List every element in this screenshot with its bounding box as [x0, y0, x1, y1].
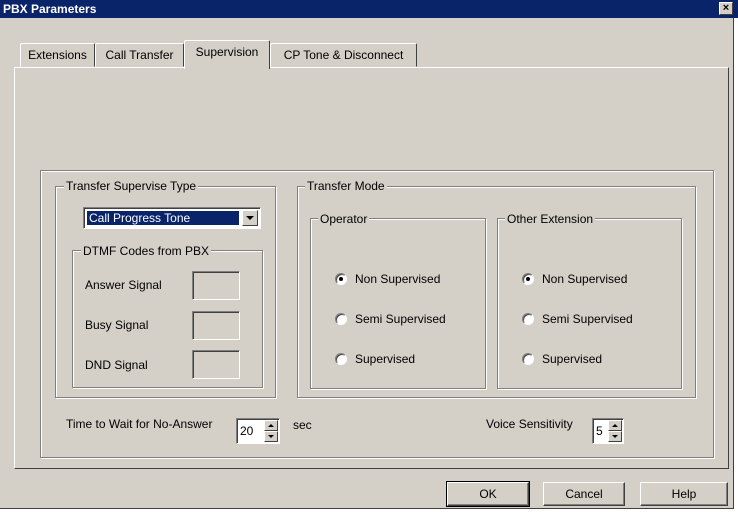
- spin-up-icon[interactable]: [608, 420, 622, 431]
- title-bar[interactable]: PBX Parameters ×: [0, 0, 738, 18]
- supervise-type-value: Call Progress Tone: [87, 211, 239, 225]
- dnd-signal-field[interactable]: [192, 350, 240, 379]
- operator-non-supervised-radio[interactable]: [335, 273, 347, 285]
- tab-cp-tone-disconnect[interactable]: CP Tone & Disconnect: [270, 43, 417, 67]
- dropdown-button[interactable]: [242, 210, 258, 226]
- voice-sensitivity-label: Voice Sensitivity: [486, 417, 573, 431]
- answer-signal-field[interactable]: [192, 271, 240, 300]
- dnd-signal-label: DND Signal: [85, 358, 148, 372]
- no-answer-spinner[interactable]: 20: [236, 418, 280, 444]
- other-extension-legend: Other Extension: [505, 212, 596, 226]
- supervise-type-select[interactable]: Call Progress Tone: [83, 207, 261, 229]
- no-answer-label: Time to Wait for No-Answer: [66, 417, 213, 431]
- tab-call-transfer[interactable]: Call Transfer: [95, 43, 184, 67]
- ok-button[interactable]: OK: [446, 481, 530, 507]
- chevron-down-icon: [246, 216, 254, 220]
- other-ext-semi-supervised-label[interactable]: Semi Supervised: [542, 312, 633, 326]
- operator-semi-supervised-label[interactable]: Semi Supervised: [355, 312, 446, 326]
- tab-extensions[interactable]: Extensions: [20, 43, 95, 67]
- transfer-supervise-type-legend: Transfer Supervise Type: [64, 179, 199, 193]
- no-answer-unit: sec: [293, 418, 312, 432]
- tab-supervision[interactable]: Supervision: [184, 40, 270, 69]
- close-icon: ×: [722, 2, 730, 14]
- busy-signal-label: Busy Signal: [85, 318, 149, 332]
- operator-legend: Operator: [318, 212, 370, 226]
- busy-signal-field[interactable]: [192, 311, 240, 340]
- spin-down-icon[interactable]: [608, 431, 622, 442]
- other-ext-semi-supervised-radio[interactable]: [522, 313, 534, 325]
- other-ext-non-supervised-label[interactable]: Non Supervised: [542, 272, 627, 286]
- close-button[interactable]: ×: [719, 2, 733, 15]
- transfer-mode-legend: Transfer Mode: [305, 179, 387, 193]
- operator-supervised-label[interactable]: Supervised: [355, 352, 415, 366]
- operator-non-supervised-label[interactable]: Non Supervised: [355, 272, 440, 286]
- dialog-window: PBX Parameters × Extensions Call Transfe…: [0, 0, 738, 509]
- spin-down-icon[interactable]: [264, 431, 278, 442]
- cancel-button[interactable]: Cancel: [543, 482, 625, 506]
- no-answer-value[interactable]: 20: [240, 424, 253, 438]
- window-title: PBX Parameters: [3, 2, 97, 16]
- operator-semi-supervised-radio[interactable]: [335, 313, 347, 325]
- voice-sensitivity-spinner[interactable]: 5: [592, 418, 624, 444]
- other-ext-non-supervised-radio[interactable]: [522, 273, 534, 285]
- other-ext-supervised-radio[interactable]: [522, 353, 534, 365]
- spin-up-icon[interactable]: [264, 420, 278, 431]
- other-ext-supervised-label[interactable]: Supervised: [542, 352, 602, 366]
- answer-signal-label: Answer Signal: [85, 278, 162, 292]
- voice-sensitivity-value[interactable]: 5: [596, 424, 603, 438]
- help-button[interactable]: Help: [640, 482, 728, 506]
- dtmf-codes-legend: DTMF Codes from PBX: [81, 244, 212, 258]
- operator-supervised-radio[interactable]: [335, 353, 347, 365]
